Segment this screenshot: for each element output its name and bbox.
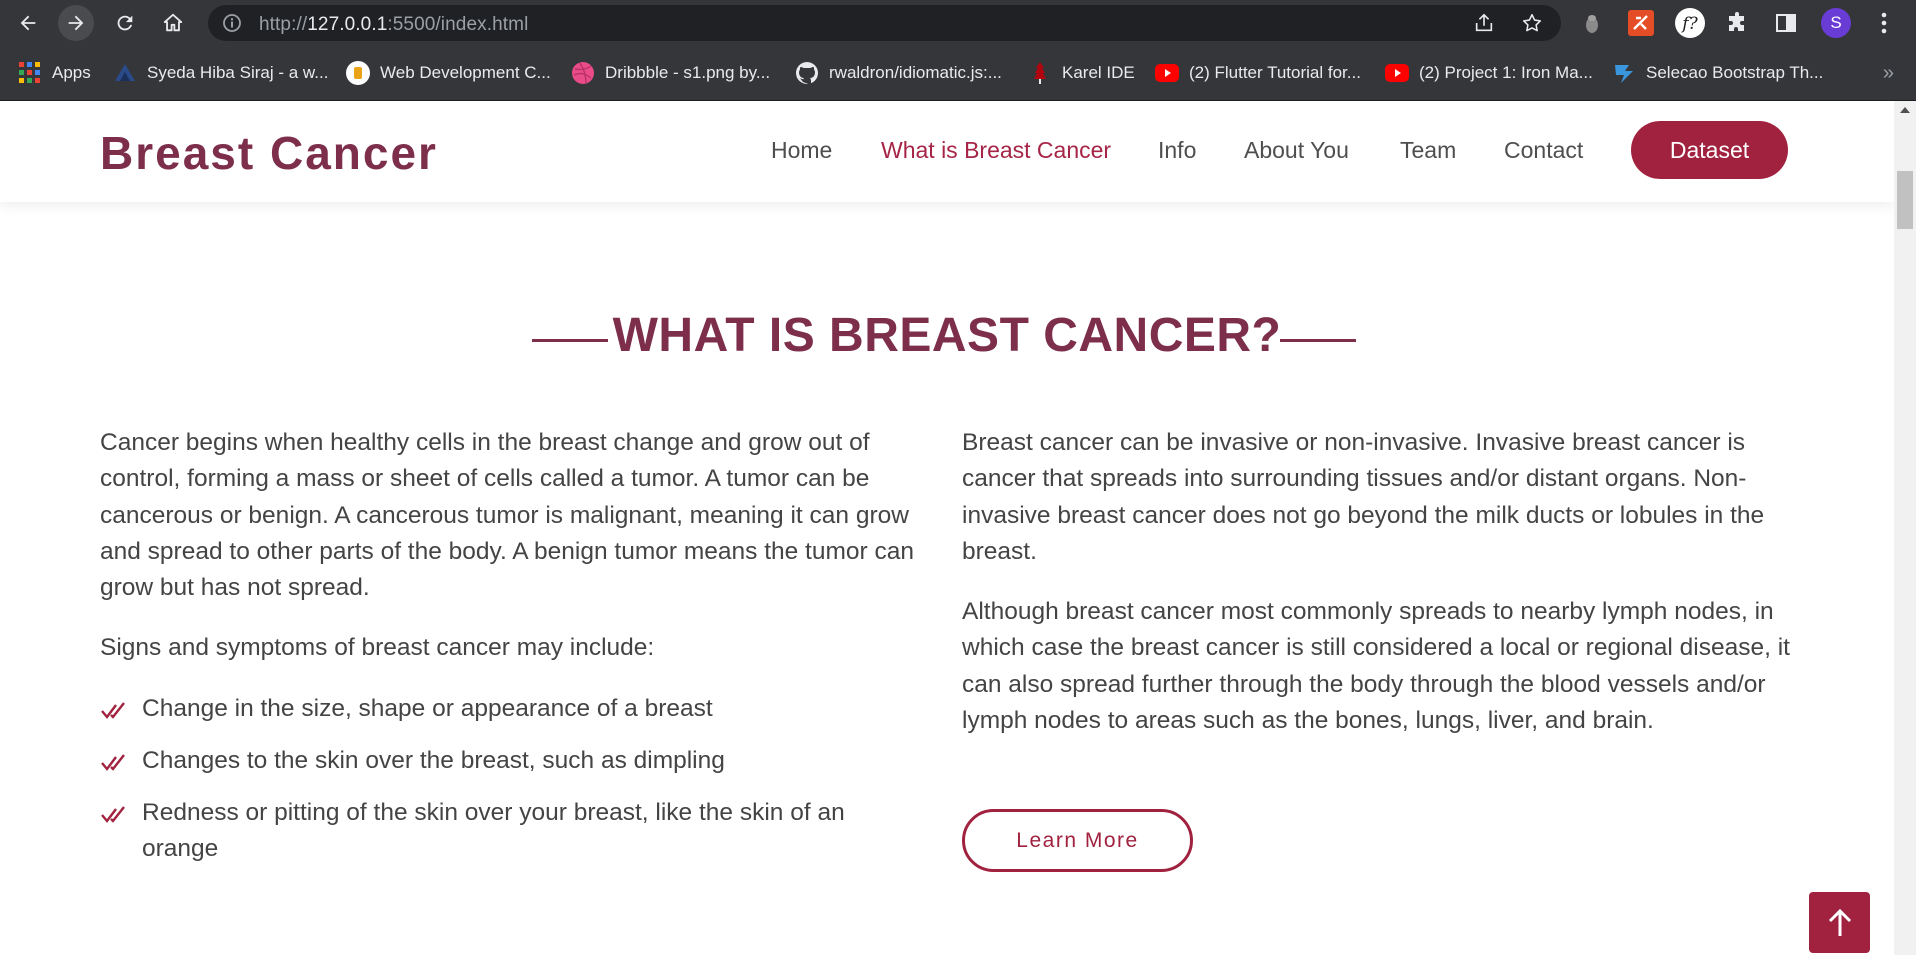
github-icon	[795, 61, 819, 85]
bookmark-label: Karel IDE	[1062, 63, 1135, 82]
list-item: Changes to the skin over the breast, suc…	[100, 743, 900, 779]
bookmark-label: (2) Flutter Tutorial for...	[1189, 63, 1361, 82]
extensions-puzzle-icon[interactable]	[1722, 7, 1754, 39]
extension-orange-icon[interactable]	[1625, 7, 1657, 39]
nav-info[interactable]: Info	[1158, 137, 1196, 164]
page-scrollbar[interactable]	[1894, 101, 1916, 955]
list-item: Change in the size, shape or appearance …	[100, 691, 900, 727]
dataset-button[interactable]: Dataset	[1631, 121, 1788, 179]
site-icon	[346, 61, 370, 85]
section-title: WHAT IS BREAST CANCER?	[612, 309, 1282, 362]
nav-home[interactable]: Home	[771, 137, 832, 164]
bookmark-dribbble[interactable]: Dribbble - s1.png by...	[571, 59, 770, 87]
extension-gray-icon[interactable]	[1576, 7, 1608, 39]
site-logo[interactable]: Breast Cancer	[100, 126, 438, 180]
bookmark-flutter[interactable]: (2) Flutter Tutorial for...	[1155, 59, 1361, 87]
title-divider-right	[1280, 339, 1356, 342]
nav-team[interactable]: Team	[1400, 137, 1456, 164]
bookmark-apps[interactable]: Apps	[18, 59, 91, 87]
bookmark-label: Dribbble - s1.png by...	[605, 63, 771, 82]
bookmark-ironman[interactable]: (2) Project 1: Iron Ma...	[1385, 59, 1593, 87]
double-check-icon	[101, 754, 125, 771]
bookmarks-overflow-icon[interactable]: »	[1883, 62, 1894, 85]
share-icon[interactable]	[1473, 12, 1495, 34]
profile-avatar[interactable]: S	[1820, 7, 1852, 39]
scroll-up-arrow-icon[interactable]	[1900, 107, 1910, 113]
list-item-text: Change in the size, shape or appearance …	[142, 695, 713, 722]
section-heading: WHAT IS BREAST CANCER?	[0, 308, 1894, 363]
arrow-left-icon	[20, 15, 36, 31]
bootstrap-icon	[1612, 61, 1636, 85]
browser-toolbar: http://127.0.0.1:5500/index.html f? S	[0, 0, 1916, 46]
bookmark-syeda[interactable]: Syeda Hiba Siraj - a w...	[113, 59, 328, 87]
nav-about-you[interactable]: About You	[1244, 137, 1349, 164]
back-to-top-button[interactable]	[1809, 892, 1870, 953]
dribbble-icon	[571, 61, 595, 85]
double-check-icon	[101, 702, 125, 719]
spread-paragraph: Although breast cancer most commonly spr…	[962, 598, 1790, 734]
list-item-text: Changes to the skin over the breast, suc…	[142, 747, 725, 774]
bookmark-karel[interactable]: Karel IDE	[1028, 59, 1135, 87]
home-button[interactable]	[155, 5, 191, 41]
site-header: Breast Cancer Home What is Breast Cancer…	[0, 101, 1894, 202]
signs-intro: Signs and symptoms of breast cancer may …	[100, 634, 655, 661]
bookmark-label: rwaldron/idiomatic.js:...	[829, 63, 1002, 82]
reload-button[interactable]	[107, 5, 143, 41]
bookmark-label: Apps	[52, 63, 91, 82]
nav-contact[interactable]: Contact	[1504, 137, 1583, 164]
address-bar[interactable]: http://127.0.0.1:5500/index.html	[208, 5, 1561, 41]
double-check-icon	[101, 806, 125, 823]
site-info-icon[interactable]	[222, 13, 242, 33]
reload-icon	[117, 15, 133, 31]
bookmark-label: Syeda Hiba Siraj - a w...	[147, 63, 329, 82]
intro-paragraph: Cancer begins when healthy cells in the …	[100, 429, 914, 602]
arrow-right-icon	[68, 15, 84, 31]
browser-menu-icon[interactable]	[1868, 7, 1900, 39]
invasive-paragraph: Breast cancer can be invasive or non-inv…	[962, 429, 1765, 565]
extension-font-icon[interactable]: f?	[1674, 7, 1706, 39]
avatar-letter: S	[1830, 13, 1842, 32]
page-viewport: Breast Cancer Home What is Breast Cancer…	[0, 101, 1916, 955]
svg-text:f?: f?	[1680, 14, 1698, 34]
url-text[interactable]: http://127.0.0.1:5500/index.html	[259, 14, 528, 36]
stanford-icon	[1028, 61, 1052, 85]
bookmarks-bar: Apps Syeda Hiba Siraj - a w... Web Devel…	[0, 46, 1916, 101]
bookmark-star-icon[interactable]	[1521, 12, 1543, 34]
bookmark-selecao[interactable]: Selecao Bootstrap Th...	[1612, 59, 1823, 87]
list-item-text: Redness or pitting of the skin over your…	[142, 799, 845, 863]
arrow-up-icon	[1828, 908, 1851, 936]
list-item: Redness or pitting of the skin over your…	[100, 795, 900, 868]
bookmark-github[interactable]: rwaldron/idiomatic.js:...	[795, 59, 1002, 87]
scrollbar-thumb[interactable]	[1897, 171, 1913, 229]
back-button[interactable]	[10, 5, 46, 41]
learn-more-button[interactable]: Learn More	[962, 809, 1193, 872]
site-icon	[113, 61, 137, 85]
forward-button[interactable]	[58, 5, 94, 41]
side-panel-icon[interactable]	[1770, 7, 1802, 39]
nav-what-is-breast-cancer[interactable]: What is Breast Cancer	[881, 137, 1111, 164]
apps-grid-icon	[18, 61, 42, 85]
bookmark-label: Web Development C...	[380, 63, 551, 82]
bookmark-label: Selecao Bootstrap Th...	[1646, 63, 1824, 82]
bookmark-webdev[interactable]: Web Development C...	[346, 59, 551, 87]
title-divider-left	[532, 339, 608, 342]
youtube-icon	[1155, 61, 1179, 85]
youtube-icon	[1385, 61, 1409, 85]
home-icon	[163, 13, 183, 32]
bookmark-label: (2) Project 1: Iron Ma...	[1419, 63, 1593, 82]
